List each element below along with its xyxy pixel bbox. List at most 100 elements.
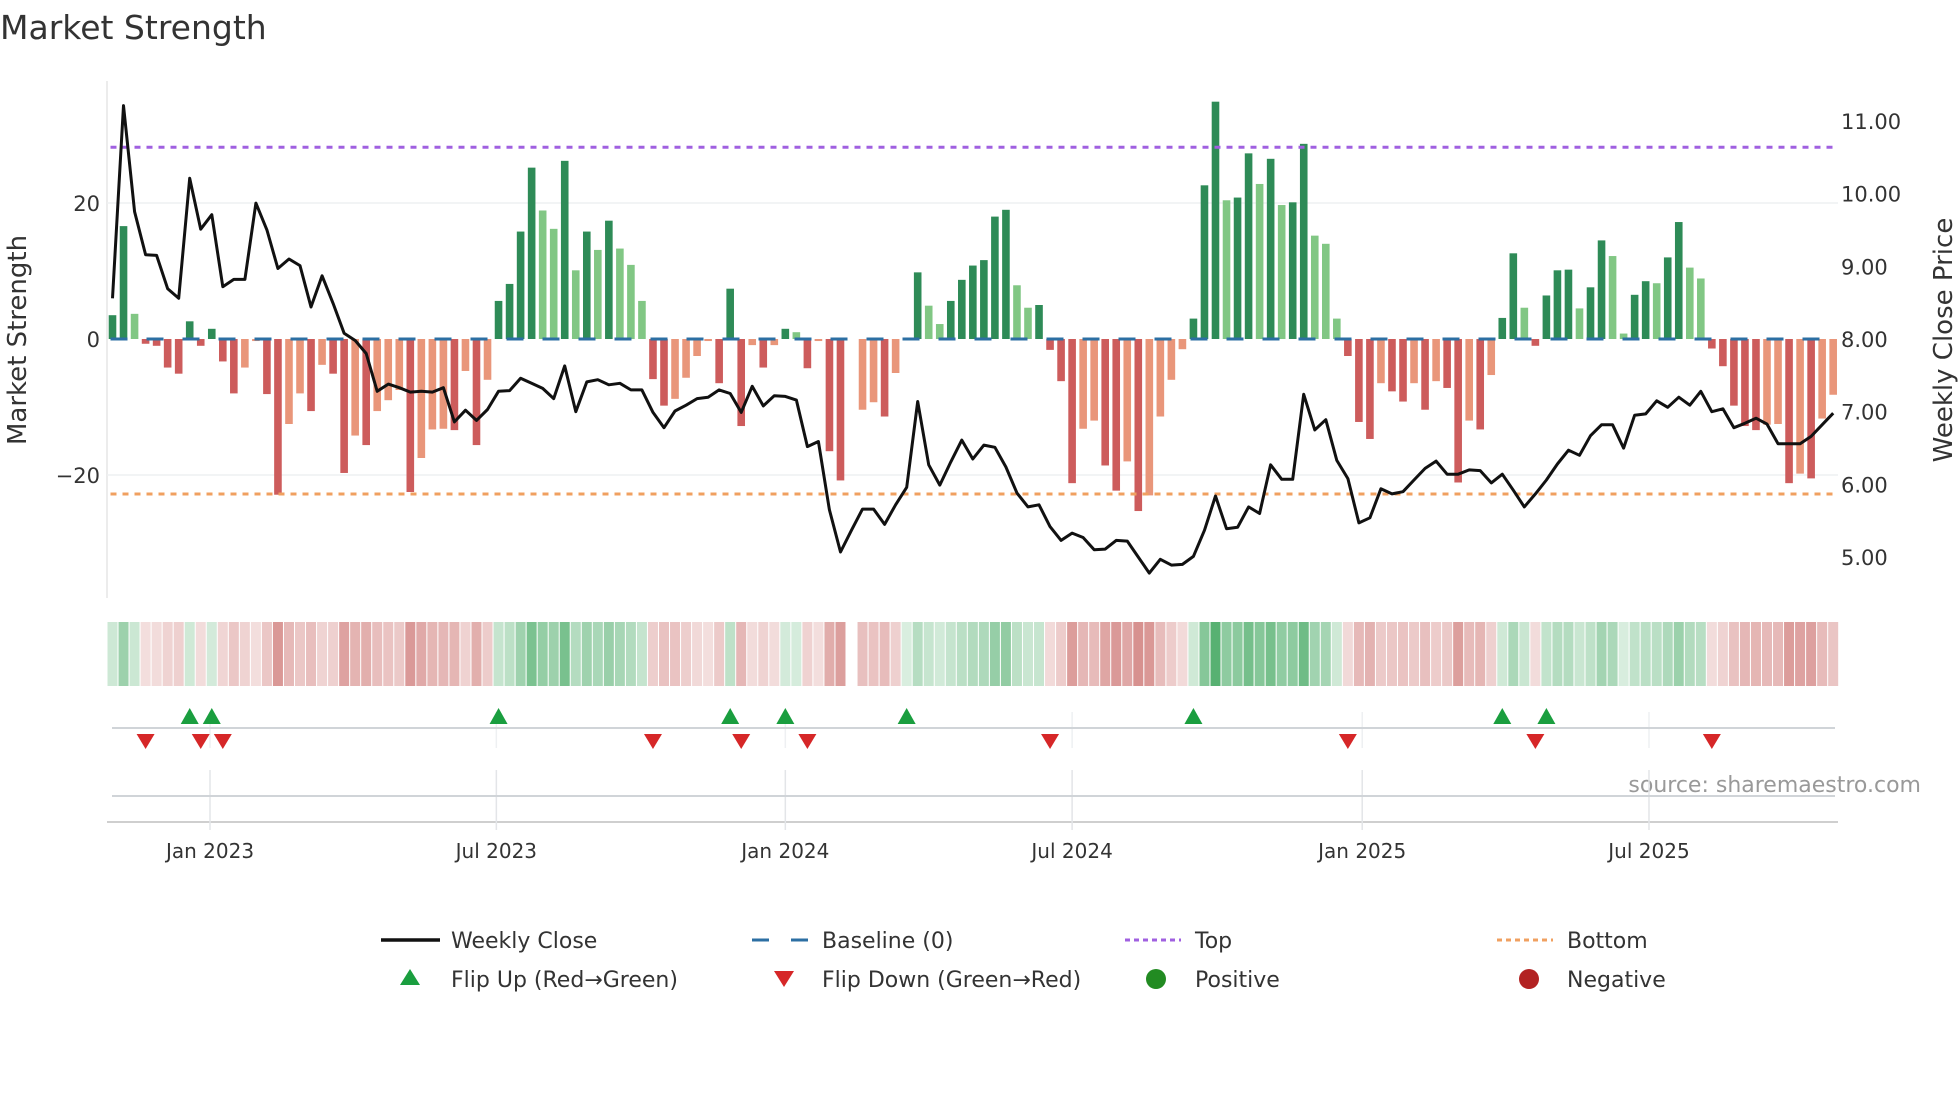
- heat-cell: [824, 622, 835, 686]
- heat-cell: [1453, 622, 1464, 686]
- strength-bar: [1189, 318, 1198, 339]
- heat-cell: [1232, 622, 1243, 686]
- strength-bar: [285, 339, 293, 424]
- flip-up-marker: [202, 708, 221, 724]
- heat-cell: [1530, 622, 1541, 686]
- strength-bar: [1575, 308, 1584, 339]
- heat-cell: [769, 622, 780, 686]
- heat-cell: [383, 622, 394, 686]
- strength-bar: [880, 339, 889, 417]
- y-axis-label: Market Strength: [3, 235, 33, 445]
- heat-cell: [1320, 622, 1331, 686]
- heat-cell: [1673, 622, 1684, 686]
- heat-cell: [923, 622, 934, 686]
- strength-bar: [1333, 318, 1341, 339]
- strength-bar: [1829, 339, 1837, 395]
- strength-bar: [119, 226, 128, 339]
- axis-ticks: 20 0 −20 11.00 10.00 9.00 8.00 7.00 6.00 5.00 Jan …: [56, 110, 1901, 863]
- heat-cell: [339, 622, 350, 686]
- heat-cell: [1464, 622, 1475, 686]
- heat-cell: [1717, 622, 1728, 686]
- strength-bar: [174, 339, 183, 374]
- heat-cell: [1133, 622, 1144, 686]
- strength-bar: [1818, 339, 1826, 419]
- strength-bar: [869, 339, 878, 403]
- legend-triangle-down-icon: [774, 971, 794, 987]
- strength-bar: [1123, 339, 1132, 462]
- heat-cell: [1629, 622, 1640, 686]
- heat-cell: [1122, 622, 1133, 686]
- heat-cell: [912, 622, 923, 686]
- strength-bar: [638, 300, 646, 339]
- heat-cell: [1640, 622, 1651, 686]
- strength-bar: [1068, 339, 1076, 484]
- heat-cell: [1795, 622, 1806, 686]
- heat-cell: [1199, 622, 1210, 686]
- heat-cell: [184, 622, 195, 686]
- heat-cell: [118, 622, 129, 686]
- strength-bar: [814, 339, 823, 342]
- strength-bar: [1399, 339, 1407, 402]
- heat-cell: [1475, 622, 1486, 686]
- heat-cell: [1353, 622, 1364, 686]
- strength-bar: [428, 339, 437, 430]
- strength-bar: [1388, 339, 1396, 392]
- heat-cell: [901, 622, 912, 686]
- strength-bar: [439, 339, 448, 429]
- legend-circle-icon: [1146, 969, 1166, 989]
- strength-bars: [108, 101, 1837, 512]
- y2-axis-label: Weekly Close Price: [1929, 218, 1959, 463]
- heat-cell: [460, 622, 471, 686]
- heat-cell: [1420, 622, 1431, 686]
- strength-bar: [395, 339, 404, 390]
- strength-bar: [1542, 295, 1551, 339]
- heat-cell: [1618, 622, 1629, 686]
- strength-bar: [1145, 339, 1154, 496]
- heat-cell: [372, 622, 383, 686]
- heat-cell: [173, 622, 184, 686]
- heat-cell: [427, 622, 438, 686]
- heat-cell: [791, 622, 802, 686]
- strength-bar: [571, 270, 580, 339]
- strength-bar: [340, 339, 348, 473]
- heat-cell: [945, 622, 956, 686]
- heat-cell: [956, 622, 967, 686]
- strength-bar: [1410, 339, 1418, 384]
- strength-bar: [1752, 339, 1760, 431]
- heat-cell: [1828, 622, 1839, 686]
- heat-cell: [1254, 622, 1265, 686]
- y-tick-label: 20: [73, 192, 100, 216]
- strength-bar: [1035, 305, 1043, 339]
- strength-bar: [108, 315, 117, 339]
- heat-cell: [317, 622, 328, 686]
- flip-up-marker: [1537, 708, 1556, 724]
- strength-bar: [1663, 257, 1672, 339]
- heat-cell: [703, 622, 714, 686]
- strength-bar: [1178, 339, 1187, 350]
- strength-bar: [605, 220, 613, 339]
- heat-cell: [449, 622, 460, 686]
- y2-tick-label: 6.00: [1841, 473, 1888, 497]
- heat-cell: [504, 622, 515, 686]
- strength-bar: [1741, 339, 1749, 427]
- heat-cell: [162, 622, 173, 686]
- strength-bar: [715, 339, 723, 384]
- flip-down-marker: [213, 734, 232, 749]
- strength-bar: [660, 339, 668, 406]
- heat-cell: [747, 622, 758, 686]
- y2-tick-label: 11.00: [1841, 110, 1901, 134]
- strength-bar: [1498, 317, 1507, 339]
- heat-cell: [1276, 622, 1287, 686]
- heat-cell: [1111, 622, 1122, 686]
- strength-bar: [1255, 183, 1264, 339]
- heat-cell: [1486, 622, 1497, 686]
- heat-cell: [1375, 622, 1386, 686]
- market-strength-chart: Market Strength Market Strength Weekly C…: [0, 8, 1959, 993]
- heat-cell: [1265, 622, 1276, 686]
- y-tick-label: −20: [56, 464, 100, 488]
- heat-cell: [1287, 622, 1298, 686]
- heat-cell: [283, 622, 294, 686]
- strength-bar: [693, 339, 701, 356]
- heat-cell: [1739, 622, 1750, 686]
- strength-bar: [1509, 253, 1518, 339]
